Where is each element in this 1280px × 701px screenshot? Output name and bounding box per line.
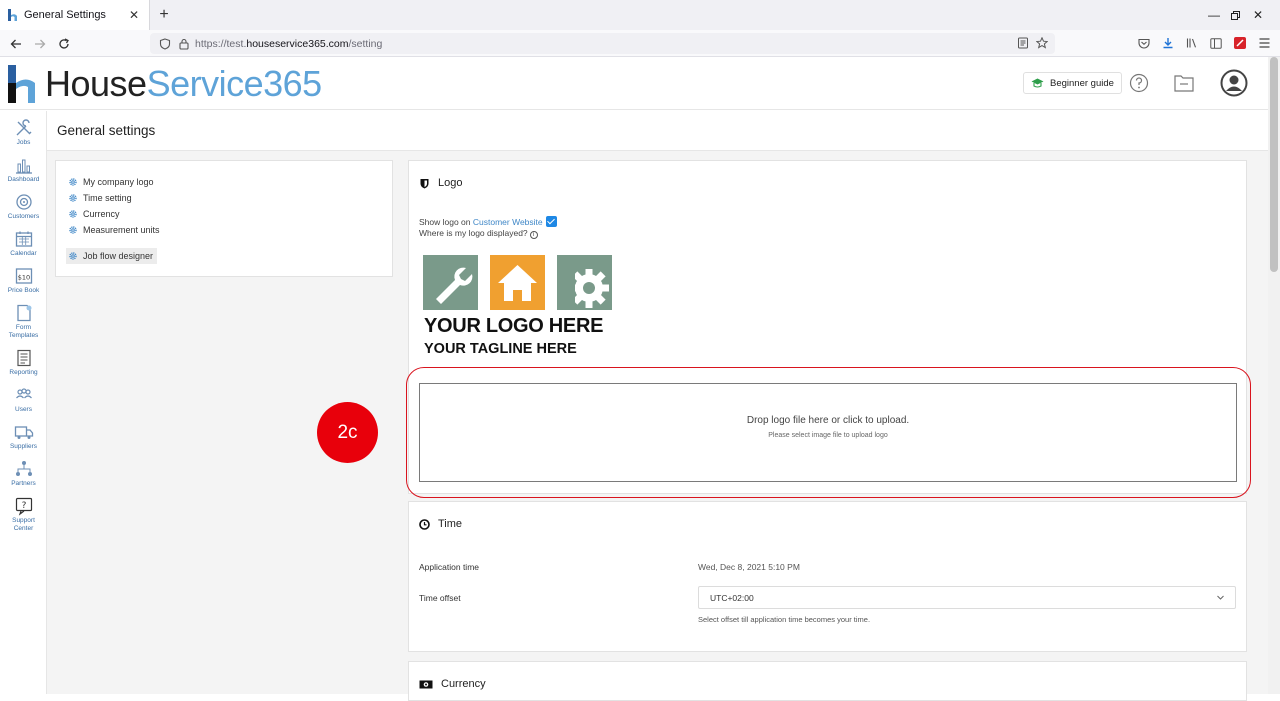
- sidebar-item-calendar[interactable]: Calendar: [0, 229, 47, 258]
- wrench-icon: [423, 255, 478, 310]
- shield-icon: [420, 178, 429, 188]
- time-offset-hint: Select offset till application time beco…: [698, 615, 871, 624]
- sidebar-item-price-book[interactable]: $10 Price Book: [0, 266, 47, 295]
- sidebar-toggle-icon[interactable]: [1208, 35, 1224, 51]
- close-tab-icon[interactable]: ✕: [127, 8, 141, 22]
- sidebar-item-form-templates[interactable]: Form Templates: [0, 303, 47, 340]
- menu-item-currency[interactable]: Currency: [66, 207, 122, 221]
- pocket-icon[interactable]: [1136, 35, 1152, 51]
- scrollbar-thumb[interactable]: [1270, 57, 1278, 272]
- tracking-shield-icon[interactable]: [159, 37, 171, 50]
- time-section-header: Time: [419, 518, 462, 530]
- currency-section-header: Currency: [419, 678, 486, 690]
- menu-item-measurement-units[interactable]: Measurement units: [66, 223, 162, 237]
- house-icon: [490, 255, 545, 310]
- svg-text:$10: $10: [17, 274, 29, 282]
- support-question-icon: ?: [15, 497, 32, 516]
- reload-icon[interactable]: [54, 34, 74, 54]
- gear-icon: [69, 178, 77, 186]
- sidebar-item-suppliers[interactable]: Suppliers: [0, 422, 47, 451]
- time-offset-select[interactable]: UTC+02:00: [698, 586, 1236, 609]
- application-time-label: Application time: [419, 562, 480, 572]
- show-logo-row: Show logo on Customer Website: [419, 216, 557, 227]
- logo-sample-tagline: YOUR TAGLINE HERE: [424, 341, 577, 357]
- application-time-value: Wed, Dec 8, 2021 5:10 PM: [698, 562, 800, 572]
- sidebar-item-jobs[interactable]: Jobs: [0, 118, 47, 147]
- browser-tab[interactable]: General Settings ✕: [0, 0, 150, 30]
- sidebar-item-users[interactable]: Users: [0, 385, 47, 414]
- menu-item-job-flow-designer[interactable]: Job flow designer: [66, 248, 158, 264]
- library-icon[interactable]: [1184, 35, 1200, 51]
- page-header: General settings: [47, 111, 1268, 151]
- user-avatar-icon[interactable]: [1220, 69, 1248, 97]
- graduation-cap-icon: [1031, 78, 1044, 88]
- settings-menu-panel: My company logo Time setting Currency Me…: [55, 160, 393, 277]
- help-icon[interactable]: [1127, 71, 1151, 95]
- main-sidebar: Jobs Dashboard Customers Calendar $10 Pr…: [0, 111, 47, 694]
- houseservice-logo-icon[interactable]: [8, 65, 40, 103]
- gear-cog-icon: [557, 255, 612, 310]
- sidebar-item-reporting[interactable]: Reporting: [0, 348, 47, 377]
- forward-icon[interactable]: [30, 34, 50, 54]
- calendar-icon: [15, 231, 32, 247]
- truck-icon: [14, 426, 33, 439]
- sidebar-item-dashboard[interactable]: Dashboard: [0, 155, 47, 184]
- time-settings-panel: Time Application time Wed, Dec 8, 2021 5…: [408, 501, 1247, 652]
- gear-icon: [69, 210, 77, 218]
- site-favicon-icon: [8, 9, 18, 21]
- bar-chart-icon: [15, 159, 32, 174]
- customer-website-link[interactable]: Customer Website: [473, 217, 543, 227]
- info-icon[interactable]: i: [529, 231, 538, 239]
- close-window-icon[interactable]: ✕: [1236, 0, 1280, 30]
- form-template-icon: [16, 304, 31, 322]
- page-title: General settings: [57, 123, 156, 138]
- documents-folder-icon[interactable]: [1172, 71, 1196, 95]
- chevron-down-icon: [1217, 595, 1224, 600]
- logo-display-help[interactable]: Where is my logo displayed? i: [419, 228, 538, 239]
- logo-section-header: Logo: [419, 177, 462, 189]
- gear-icon: [69, 194, 77, 202]
- annotation-step-badge: 2c: [317, 402, 378, 463]
- back-icon[interactable]: [6, 34, 26, 54]
- lock-icon[interactable]: [179, 38, 189, 50]
- logo-sample-title: YOUR LOGO HERE: [424, 315, 604, 337]
- brand-name[interactable]: HouseService365: [45, 64, 322, 104]
- annotation-highlight-ring: [406, 367, 1251, 498]
- tools-icon: [16, 119, 31, 136]
- bookmark-star-icon[interactable]: [1036, 37, 1048, 49]
- extension-icon[interactable]: [1232, 35, 1248, 51]
- tab-title: General Settings: [24, 9, 106, 21]
- report-icon: [16, 349, 31, 367]
- app-header: HouseService365 Beginner guide: [0, 57, 1268, 110]
- beginner-guide-button[interactable]: Beginner guide: [1023, 72, 1122, 94]
- current-logo-image: YOUR LOGO HERE YOUR TAGLINE HERE: [423, 255, 623, 360]
- svg-text:?: ?: [21, 501, 26, 511]
- address-bar[interactable]: https://test.houseservice365.com/setting: [150, 33, 1055, 54]
- browser-toolbar: https://test.houseservice365.com/setting: [0, 30, 1280, 57]
- target-customers-icon: [15, 194, 32, 210]
- time-offset-label: Time offset: [419, 593, 461, 603]
- partners-network-icon: [15, 461, 32, 476]
- menu-item-time-setting[interactable]: Time setting: [66, 191, 134, 205]
- reader-view-icon[interactable]: [1017, 37, 1029, 49]
- currency-settings-panel: Currency: [408, 661, 1247, 701]
- sidebar-item-partners[interactable]: Partners: [0, 459, 47, 488]
- gear-icon: [69, 226, 77, 234]
- downloads-icon[interactable]: [1160, 35, 1176, 51]
- price-tag-icon: $10: [15, 268, 32, 284]
- browser-tab-strip: General Settings ✕ + — ✕: [0, 0, 1280, 30]
- sidebar-item-customers[interactable]: Customers: [0, 192, 47, 221]
- clock-icon: [419, 518, 430, 530]
- menu-item-company-logo[interactable]: My company logo: [66, 175, 156, 189]
- show-logo-checkbox[interactable]: [545, 216, 557, 227]
- gear-icon: [69, 252, 77, 260]
- url-text: https://test.houseservice365.com/setting: [195, 37, 383, 50]
- users-group-icon: [15, 388, 32, 399]
- money-icon: [419, 680, 433, 688]
- new-tab-icon[interactable]: +: [155, 6, 173, 24]
- sidebar-item-support-center[interactable]: ? Support Center: [0, 496, 47, 533]
- page-scrollbar[interactable]: [1268, 57, 1280, 694]
- menu-hamburger-icon[interactable]: [1256, 35, 1272, 51]
